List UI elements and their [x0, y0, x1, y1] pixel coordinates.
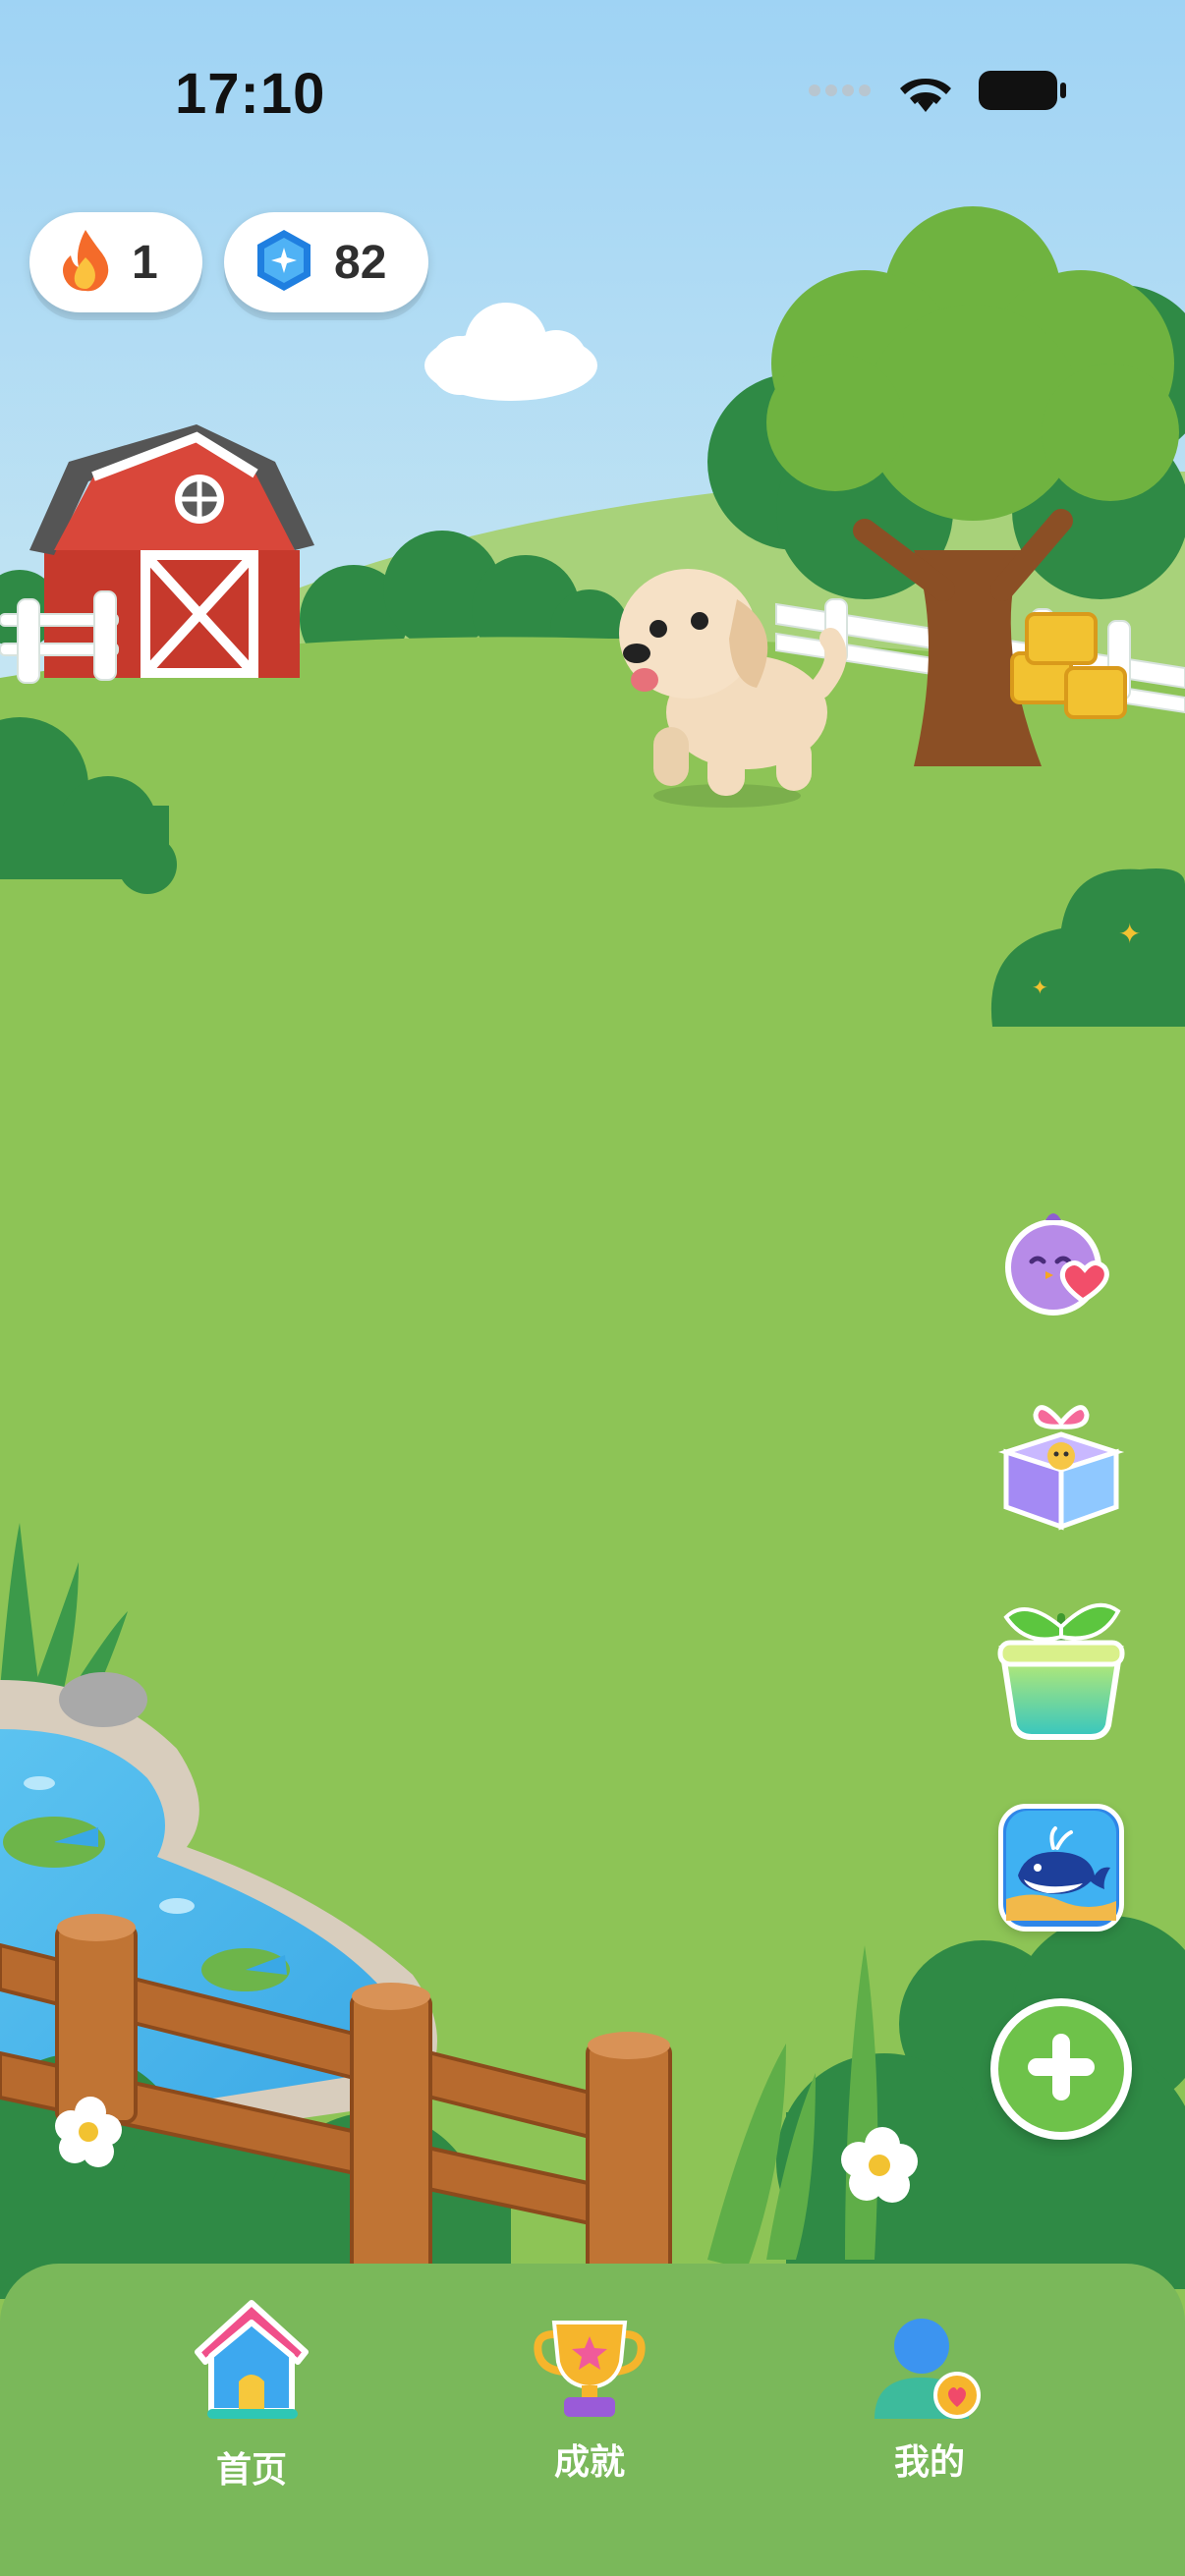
bird-heart-icon — [996, 1203, 1126, 1337]
gem-icon — [254, 228, 314, 298]
status-icons — [808, 69, 1067, 117]
tab-home-label: 首页 — [215, 2450, 287, 2491]
streak-counter[interactable]: 1 — [29, 212, 202, 312]
profile-icon — [871, 2313, 988, 2428]
tab-profile-label: 我的 — [893, 2442, 965, 2483]
tab-home[interactable]: 首页 — [153, 2283, 350, 2509]
tab-achievements[interactable]: 成就 — [491, 2283, 688, 2509]
gem-value: 82 — [334, 236, 387, 289]
plus-icon — [1024, 2030, 1099, 2109]
whale-aquarium-button[interactable] — [998, 1804, 1124, 1932]
wifi-icon — [898, 69, 953, 117]
flame-icon — [59, 228, 112, 298]
gift-box-icon — [996, 1393, 1126, 1536]
bird-heart-button[interactable] — [992, 1201, 1130, 1338]
gift-box-button[interactable] — [992, 1395, 1130, 1533]
sprout-pot-icon — [996, 1588, 1126, 1750]
status-time: 17:10 — [175, 62, 326, 126]
svg-text:✦: ✦ — [1118, 918, 1141, 950]
sprout-pot-button[interactable] — [992, 1592, 1130, 1745]
add-button[interactable] — [990, 1998, 1132, 2140]
status-bar: 17:10 — [0, 0, 1185, 187]
streak-value: 1 — [132, 236, 158, 289]
gem-counter[interactable]: 82 — [224, 212, 428, 312]
whale-aquarium-icon — [1006, 1810, 1116, 1926]
barn — [29, 424, 314, 678]
bottom-tab-bar: 首页 成就 我的 — [0, 2264, 1185, 2576]
tab-achievements-label: 成就 — [553, 2442, 625, 2483]
battery-icon — [979, 69, 1067, 117]
signal-dots-icon — [808, 84, 873, 102]
svg-text:✦: ✦ — [1032, 976, 1048, 999]
tab-profile[interactable]: 我的 — [831, 2283, 1028, 2509]
trophy-icon — [531, 2313, 649, 2428]
house-icon — [178, 2283, 325, 2436]
